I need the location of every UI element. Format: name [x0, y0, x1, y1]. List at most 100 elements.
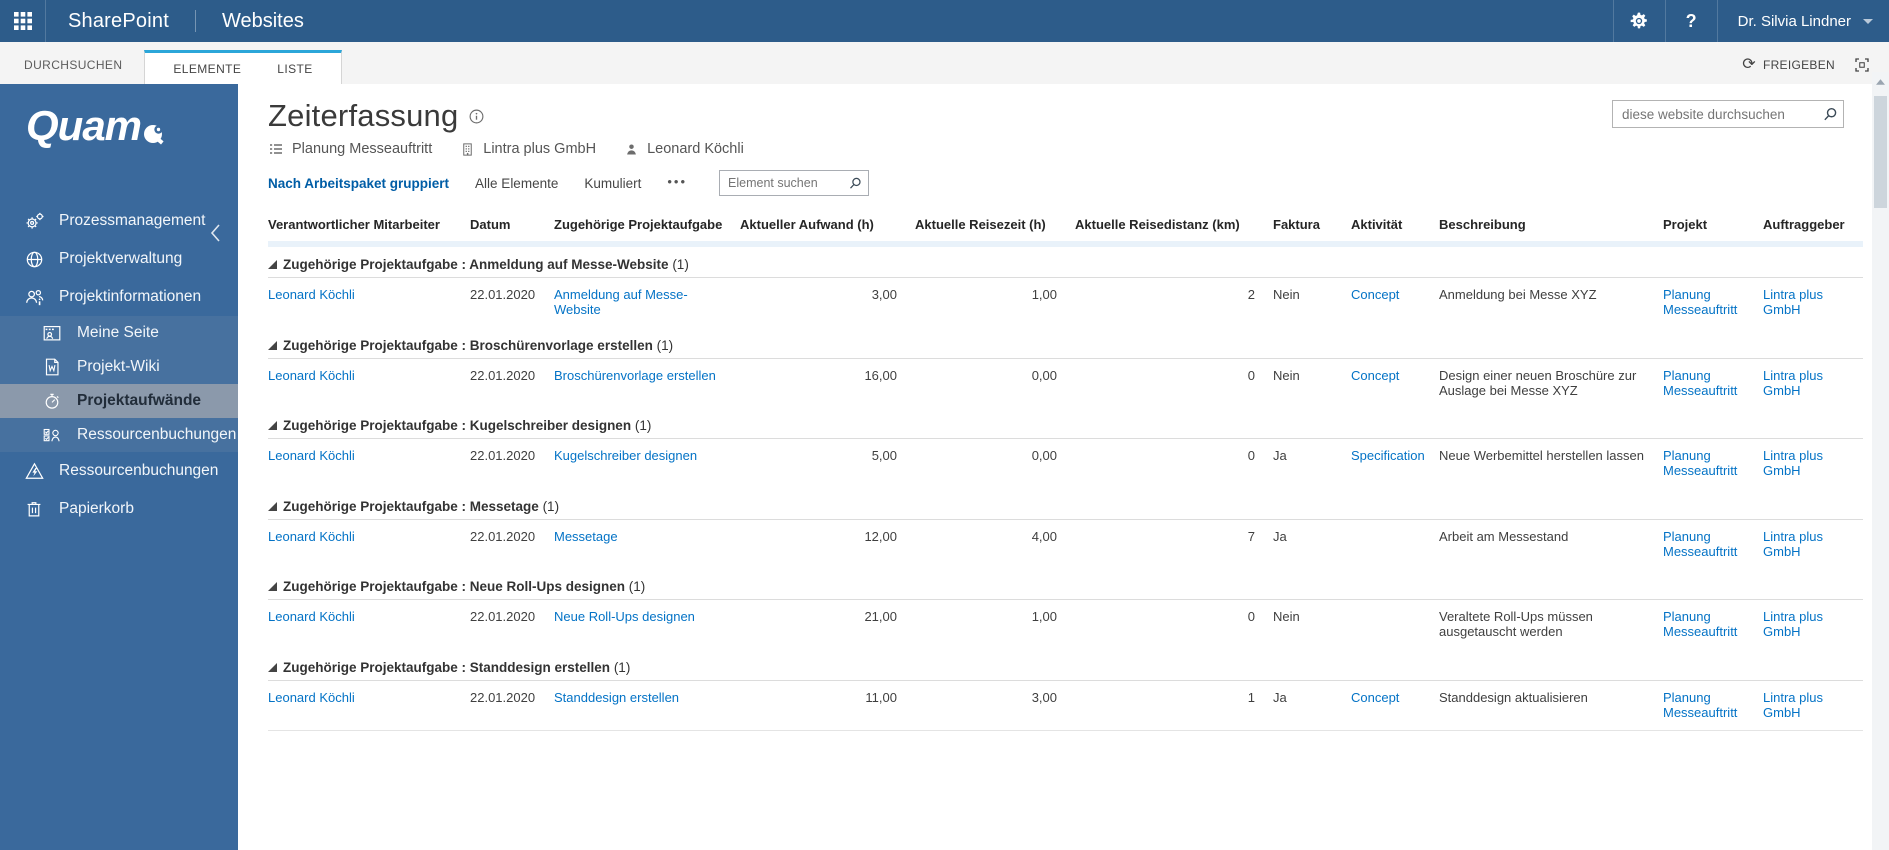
cell-effort: 21,00	[864, 609, 897, 624]
quam-logo[interactable]: Quam	[0, 84, 238, 150]
col-aktivitaet[interactable]: Aktivität	[1351, 213, 1439, 247]
col-projekt[interactable]: Projekt	[1663, 213, 1763, 247]
activity-link[interactable]: Concept	[1351, 368, 1399, 383]
project-link[interactable]: Planung Messeauftritt	[1663, 609, 1737, 639]
focus-mode-icon[interactable]	[1853, 56, 1871, 74]
col-faktura[interactable]: Faktura	[1273, 213, 1351, 247]
sync-icon: ⟳	[1742, 56, 1756, 73]
project-link[interactable]: Planung Messeauftritt	[1663, 448, 1737, 478]
scrollbar-thumb[interactable]	[1874, 96, 1887, 208]
sidebar-item-label: Prozessmanagement	[59, 212, 206, 229]
client-link[interactable]: Lintra plus GmbH	[1763, 448, 1823, 478]
client-link[interactable]: Lintra plus GmbH	[1763, 368, 1823, 398]
group-header-cell[interactable]: Zugehörige Projektaufgabe : Anmeldung au…	[268, 244, 1863, 278]
sidebar-item-prozessmanagement[interactable]: Prozessmanagement	[0, 202, 238, 240]
employee-link[interactable]: Leonard Köchli	[268, 287, 355, 302]
user-menu[interactable]: Dr. Silvia Lindner	[1716, 0, 1889, 42]
sidebar-item-projekt-wiki[interactable]: Projekt-Wiki	[0, 350, 238, 384]
task-link[interactable]: Standdesign erstellen	[554, 690, 679, 705]
activity-link[interactable]: Specification	[1351, 448, 1425, 463]
suite-section-websites[interactable]: Websites	[196, 10, 330, 33]
col-zugehoerige-projektaufgabe[interactable]: Zugehörige Projektaufgabe	[554, 213, 740, 247]
col-beschreibung[interactable]: Beschreibung	[1439, 213, 1663, 247]
sidebar-item-ressourcenbuchungen-2[interactable]: Ressourcenbuchungen	[0, 452, 238, 490]
sidebar-collapse-button[interactable]	[208, 222, 224, 244]
time-entries-table: Verantwortlicher Mitarbeiter Datum Zugeh…	[268, 213, 1863, 731]
tab-durchsuchen[interactable]: DURCHSUCHEN	[0, 58, 144, 84]
share-button[interactable]: ⟳ FREIGEBEN	[1742, 57, 1835, 73]
col-datum[interactable]: Datum	[470, 213, 554, 247]
project-link[interactable]: Planung Messeauftritt	[1663, 529, 1737, 559]
cell-activity	[1351, 519, 1439, 569]
collapse-triangle-icon	[268, 501, 277, 511]
info-icon[interactable]	[468, 108, 485, 125]
client-link[interactable]: Lintra plus GmbH	[1763, 529, 1823, 559]
sidebar-item-label: Projekt-Wiki	[77, 358, 160, 375]
cell-task: Neue Roll-Ups designen	[554, 600, 740, 650]
gear-icon	[1630, 12, 1647, 29]
settings-button[interactable]	[1612, 0, 1665, 42]
cell-task: Standdesign erstellen	[554, 680, 740, 731]
employee-link[interactable]: Leonard Köchli	[268, 368, 355, 383]
chevron-left-icon	[210, 224, 220, 242]
tab-liste[interactable]: LISTE	[259, 62, 330, 76]
sidebar-item-ressourcenbuchungen[interactable]: Ressourcenbuchungen	[0, 418, 238, 452]
group-header-cell[interactable]: Zugehörige Projektaufgabe : Broschürenvo…	[268, 327, 1863, 359]
sharepoint-brand[interactable]: SharePoint	[46, 10, 195, 33]
item-search-input[interactable]	[720, 176, 843, 190]
sidebar-item-projektinformationen[interactable]: Projektinformationen	[0, 278, 238, 316]
activity-link[interactable]: Concept	[1351, 690, 1399, 705]
task-link[interactable]: Neue Roll-Ups designen	[554, 609, 695, 624]
help-button[interactable]: ?	[1664, 0, 1717, 42]
task-link[interactable]: Broschürenvorlage erstellen	[554, 368, 716, 383]
employee-link[interactable]: Leonard Köchli	[268, 448, 355, 463]
site-search-input[interactable]	[1613, 106, 1817, 122]
group-header-cell[interactable]: Zugehörige Projektaufgabe : Standdesign …	[268, 649, 1863, 681]
sidebar-item-papierkorb[interactable]: Papierkorb	[0, 490, 238, 528]
share-label: FREIGEBEN	[1762, 58, 1835, 72]
task-link[interactable]: Anmeldung auf Messe-Website	[554, 287, 688, 317]
collapse-triangle-icon	[268, 662, 277, 672]
item-search-button[interactable]	[842, 176, 868, 191]
sidebar-item-meine-seite[interactable]: Meine Seite	[0, 316, 238, 350]
employee-link[interactable]: Leonard Köchli	[268, 529, 355, 544]
client-link[interactable]: Lintra plus GmbH	[1763, 287, 1823, 317]
site-search-button[interactable]	[1817, 106, 1843, 123]
time-entry-row: Leonard Köchli 22.01.2020 Kugelschreiber d…	[268, 439, 1863, 489]
group-header-cell[interactable]: Zugehörige Projektaufgabe : Neue Roll-Up…	[268, 569, 1863, 600]
app-launcher-icon[interactable]	[0, 0, 46, 42]
waffle-grid-icon	[13, 12, 32, 30]
col-aktueller-aufwand[interactable]: Aktueller Aufwand (h)	[740, 213, 915, 247]
project-link[interactable]: Planung Messeauftritt	[1663, 690, 1737, 720]
view-nach-arbeitspaket[interactable]: Nach Arbeitspaket gruppiert	[268, 176, 449, 191]
main-content: Zeiterfassung Planung Messeauftritt Lint…	[238, 84, 1872, 850]
scroll-up-button[interactable]	[1872, 72, 1889, 92]
cell-client: Lintra plus GmbH	[1763, 680, 1863, 731]
col-verantwortlicher-mitarbeiter[interactable]: Verantwortlicher Mitarbeiter	[268, 213, 470, 247]
cell-effort: 12,00	[864, 528, 897, 544]
employee-link[interactable]: Leonard Köchli	[268, 690, 355, 705]
col-aktuelle-reisezeit[interactable]: Aktuelle Reisezeit (h)	[915, 213, 1075, 247]
task-link[interactable]: Kugelschreiber designen	[554, 448, 697, 463]
project-link[interactable]: Planung Messeauftritt	[1663, 368, 1737, 398]
tab-elemente[interactable]: ELEMENTE	[155, 62, 259, 76]
group-count: (1)	[610, 659, 631, 675]
group-header-cell[interactable]: Zugehörige Projektaufgabe : Messetage (1…	[268, 488, 1863, 520]
group-header-cell[interactable]: Zugehörige Projektaufgabe : Kugelschreib…	[268, 408, 1863, 439]
task-link[interactable]: Messetage	[554, 529, 618, 544]
col-auftraggeber[interactable]: Auftraggeber	[1763, 213, 1863, 247]
cell-billing: Ja	[1273, 448, 1287, 463]
cell-travel_distance: 0	[1247, 609, 1255, 624]
sidebar-item-projektverwaltung[interactable]: Projektverwaltung	[0, 240, 238, 278]
col-aktuelle-reisedistanz[interactable]: Aktuelle Reisedistanz (km)	[1075, 213, 1273, 247]
group-header-row: Zugehörige Projektaufgabe : Broschürenvo…	[268, 327, 1863, 359]
view-alle-elemente[interactable]: Alle Elemente	[475, 176, 558, 191]
more-views-button[interactable]: •••	[667, 174, 687, 193]
view-kumuliert[interactable]: Kumuliert	[584, 176, 641, 191]
project-link[interactable]: Planung Messeauftritt	[1663, 287, 1737, 317]
client-link[interactable]: Lintra plus GmbH	[1763, 609, 1823, 639]
employee-link[interactable]: Leonard Köchli	[268, 609, 355, 624]
activity-link[interactable]: Concept	[1351, 287, 1399, 302]
sidebar-item-projektaufwaende[interactable]: Projektaufwände	[0, 384, 238, 418]
client-link[interactable]: Lintra plus GmbH	[1763, 690, 1823, 720]
